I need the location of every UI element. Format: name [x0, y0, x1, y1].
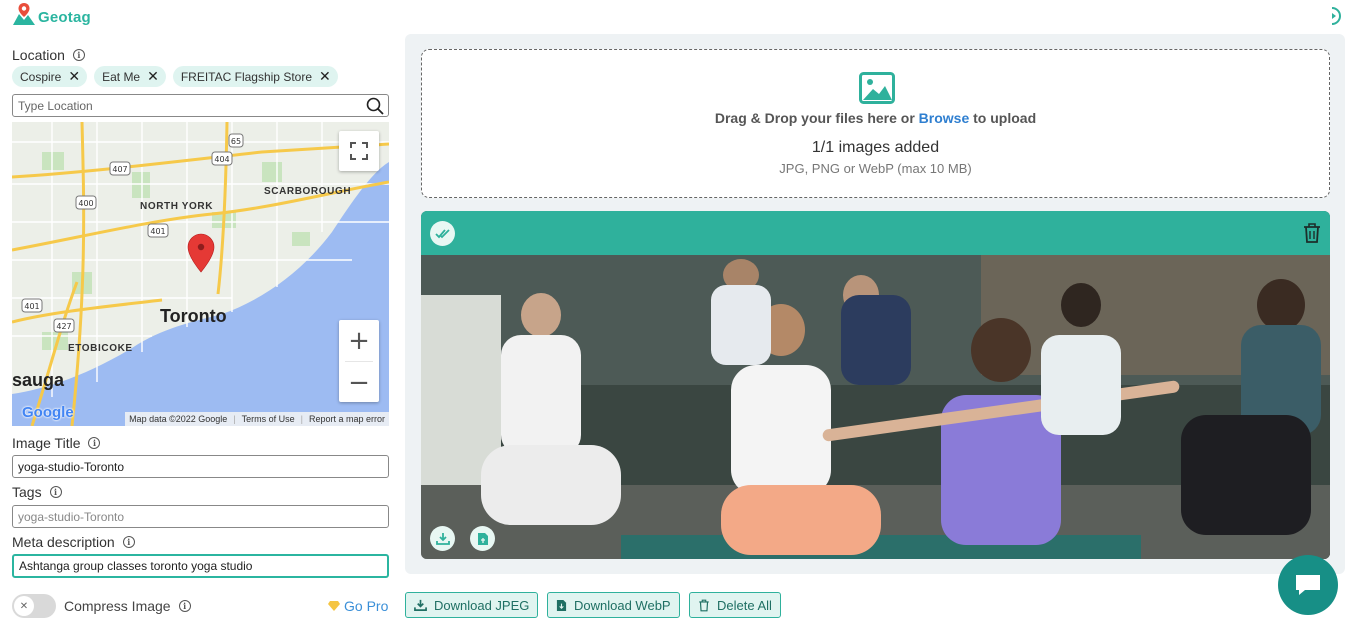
file-info-button[interactable]	[470, 526, 495, 551]
map-label-etobicoke: ETOBICOKE	[68, 343, 133, 354]
compress-image-label: Compress Image i	[64, 598, 191, 614]
image-icon	[859, 72, 895, 104]
delete-all-button[interactable]: Delete All	[689, 592, 781, 618]
location-label: Location i	[12, 47, 85, 63]
close-icon[interactable]: ✕	[147, 70, 159, 84]
search-icon[interactable]	[365, 96, 385, 116]
map-zoom-controls: + −	[339, 320, 379, 402]
meta-description-label: Meta description i	[12, 534, 135, 550]
tags-label: Tags i	[12, 484, 62, 500]
location-search-box	[12, 94, 389, 117]
image-card-header	[421, 211, 1330, 255]
svg-text:407: 407	[112, 165, 127, 174]
info-icon[interactable]: i	[88, 437, 101, 449]
svg-text:404: 404	[214, 155, 229, 164]
download-icon	[435, 532, 450, 545]
location-chip: Eat Me ✕	[94, 66, 166, 87]
compress-image-toggle[interactable]: ✕	[12, 594, 56, 618]
info-icon[interactable]: i	[49, 486, 62, 498]
uploaded-image-card	[421, 211, 1330, 559]
chat-button[interactable]	[1278, 555, 1338, 615]
download-jpeg-button[interactable]: Download JPEG	[405, 592, 539, 618]
info-icon[interactable]: i	[72, 49, 85, 61]
fullscreen-icon	[350, 142, 368, 160]
refresh-icon[interactable]	[1326, 6, 1342, 26]
images-count: 1/1 images added	[811, 139, 940, 156]
image-title-label: Image Title i	[12, 435, 101, 451]
info-icon[interactable]: i	[122, 536, 135, 548]
app-logo[interactable]: Geotag	[12, 2, 91, 26]
map-data-attribution: Map data ©2022 Google	[129, 414, 228, 424]
location-chips: Cospire ✕ Eat Me ✕ FREITAC Flagship Stor…	[12, 66, 338, 87]
download-webp-button[interactable]: Download WebP	[547, 592, 680, 618]
image-title-input[interactable]	[12, 455, 389, 478]
trash-icon[interactable]	[1302, 222, 1322, 244]
map-footer: Map data ©2022 Google | Terms of Use | R…	[125, 412, 389, 426]
toggle-knob: ✕	[14, 596, 34, 616]
location-search-input[interactable]	[13, 95, 365, 116]
map-label-toronto: Toronto	[160, 306, 227, 326]
close-icon[interactable]: ✕	[319, 70, 331, 84]
svg-text:400: 400	[78, 199, 93, 208]
trash-icon	[699, 599, 709, 611]
diamond-icon	[328, 601, 340, 611]
svg-text:427: 427	[56, 322, 71, 331]
tags-input[interactable]	[12, 505, 389, 528]
file-icon	[556, 599, 567, 611]
location-map[interactable]: 407 404 65 400 401 401 427 NORTH YORK SC…	[12, 122, 389, 426]
close-icon[interactable]: ✕	[68, 70, 80, 84]
download-image-button[interactable]	[430, 526, 455, 551]
location-chip: Cospire ✕	[12, 66, 88, 87]
double-check-icon	[430, 221, 455, 246]
map-label-north-york: NORTH YORK	[140, 201, 214, 212]
map-label-mississauga: sauga	[12, 370, 65, 390]
zoom-out-button[interactable]: −	[339, 362, 379, 403]
download-icon	[414, 599, 427, 611]
uploaded-photo	[421, 255, 1330, 559]
chat-icon	[1296, 575, 1320, 595]
map-label-scarborough: SCARBOROUGH	[264, 186, 352, 197]
file-type-hint: JPG, PNG or WebP (max 10 MB)	[779, 161, 972, 176]
svg-text:65: 65	[231, 137, 241, 146]
meta-description-input[interactable]	[12, 554, 389, 578]
map-tiles: 407 404 65 400 401 401 427	[12, 122, 389, 426]
dropzone-instruction: Drag & Drop your files here or Browse to…	[714, 110, 1037, 126]
map-pin-logo-icon	[13, 3, 35, 25]
terms-of-use-link[interactable]: Terms of Use	[242, 414, 295, 424]
google-logo: Google	[22, 404, 74, 421]
report-map-error-link[interactable]: Report a map error	[309, 414, 385, 424]
zoom-in-button[interactable]: +	[339, 320, 379, 361]
svg-text:401: 401	[24, 302, 39, 311]
svg-text:401: 401	[150, 227, 165, 236]
browse-link[interactable]: Browse	[919, 110, 970, 126]
file-dropzone[interactable]: Drag & Drop your files here or Browse to…	[421, 49, 1330, 198]
file-icon	[477, 532, 488, 545]
info-icon[interactable]: i	[178, 600, 191, 612]
go-pro-link[interactable]: Go Pro	[328, 598, 388, 614]
app-name: Geotag	[38, 9, 91, 26]
map-fullscreen-button[interactable]	[339, 131, 379, 171]
location-chip: FREITAC Flagship Store ✕	[172, 66, 338, 87]
